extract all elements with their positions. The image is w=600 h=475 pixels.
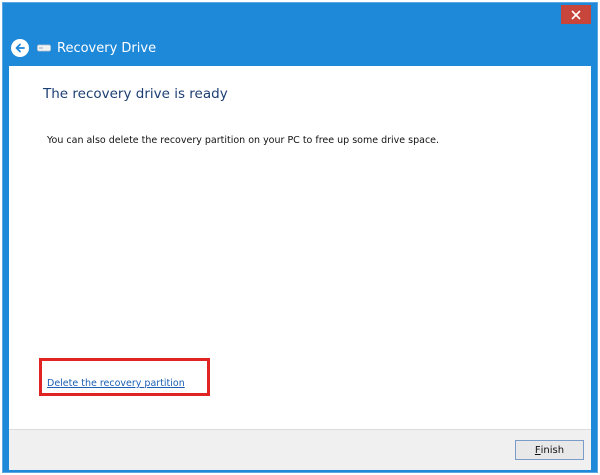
recovery-drive-window: Recovery Drive The recovery drive is rea…	[2, 2, 598, 473]
drive-icon	[37, 44, 51, 52]
close-button[interactable]	[561, 5, 591, 24]
window-title: Recovery Drive	[57, 40, 157, 56]
content-area: The recovery drive is ready You can also…	[9, 66, 591, 429]
back-button[interactable]	[11, 39, 29, 57]
title-bar: Recovery Drive	[3, 33, 597, 63]
footer-bar: Finish	[9, 429, 591, 470]
close-icon	[571, 9, 581, 20]
finish-label: inish	[540, 444, 565, 456]
back-arrow-icon	[15, 43, 25, 53]
page-heading: The recovery drive is ready	[43, 86, 228, 102]
delete-recovery-partition-link[interactable]: Delete the recovery partition	[47, 378, 185, 389]
highlight-box	[39, 358, 210, 396]
description-text: You can also delete the recovery partiti…	[47, 135, 440, 146]
finish-button[interactable]: Finish	[515, 440, 584, 460]
